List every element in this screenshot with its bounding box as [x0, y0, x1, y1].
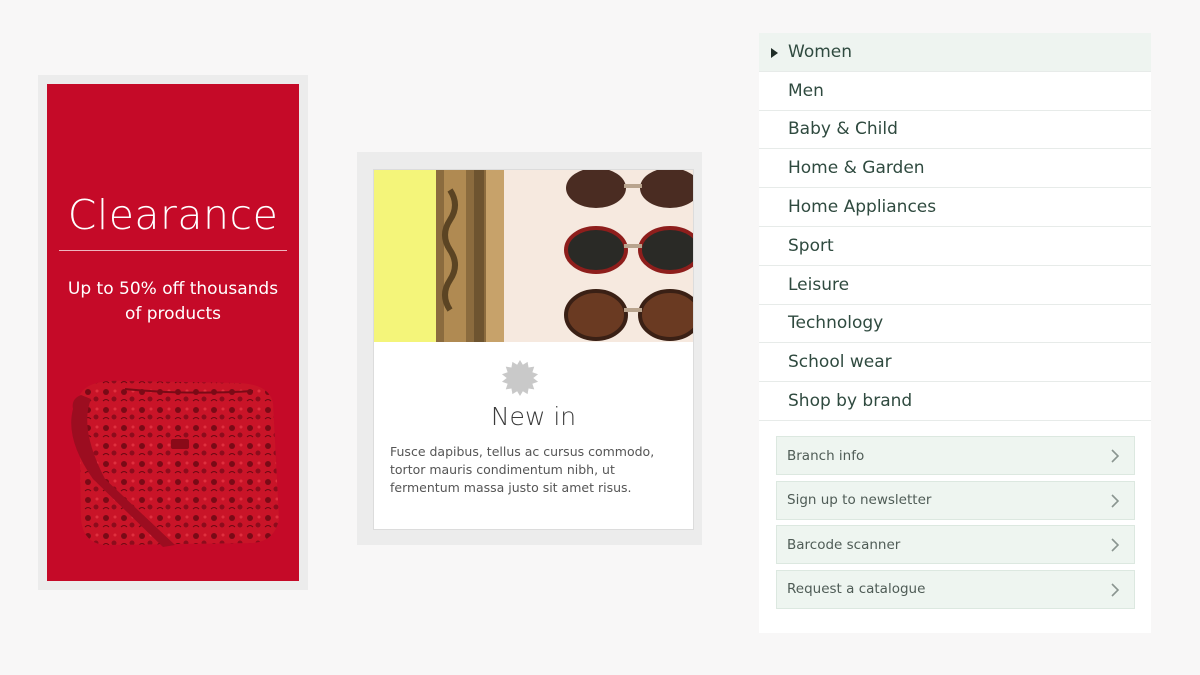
newsletter-signup-link[interactable]: Sign up to newsletter [776, 480, 1135, 520]
chevron-right-icon [1111, 538, 1120, 552]
branch-info-link[interactable]: Branch info [776, 436, 1135, 475]
menu-item-women[interactable]: Women [759, 33, 1151, 72]
menu-item-leisure[interactable]: Leisure [759, 266, 1151, 305]
menu-item-home-garden[interactable]: Home & Garden [759, 149, 1151, 189]
chevron-right-icon [1111, 582, 1120, 597]
request-catalogue-link[interactable]: Request a catalogue [776, 569, 1135, 609]
menu-item-home-appliances[interactable]: Home Appliances [759, 188, 1151, 227]
handbag-image [71, 380, 279, 547]
menu-item-baby-child[interactable]: Baby & Child [759, 111, 1151, 150]
link-label: Branch info [787, 447, 865, 464]
category-menu: Women Men Baby & Child Home & Garden Hom… [759, 33, 1151, 633]
menu-item-technology[interactable]: Technology [759, 305, 1151, 344]
menu-item-label: Home & Garden [788, 158, 925, 179]
chevron-right-icon [1111, 449, 1120, 463]
clearance-promo-card[interactable]: Clearance Up to 50% off thousands of pro… [47, 84, 299, 581]
new-in-frame: New in Fusce dapibus, tellus ac cursus c… [357, 152, 702, 545]
menu-item-shop-by-brand[interactable]: Shop by brand [759, 382, 1151, 421]
menu-item-label: Sport [788, 235, 834, 256]
menu-item-label: Women [788, 41, 853, 62]
menu-item-school-wear[interactable]: School wear [759, 343, 1151, 383]
caret-right-icon [771, 48, 778, 58]
chevron-right-icon [1111, 493, 1120, 508]
menu-item-label: School wear [788, 352, 892, 373]
divider [59, 250, 287, 251]
menu-item-label: Shop by brand [788, 391, 913, 412]
seal-icon [501, 359, 539, 397]
clearance-title: Clearance [67, 191, 279, 239]
new-in-title: New in [490, 402, 577, 431]
new-in-card[interactable]: New in Fusce dapibus, tellus ac cursus c… [373, 169, 694, 530]
link-label: Barcode scanner [787, 536, 901, 553]
clearance-subtitle: Up to 50% off thousands of products [67, 279, 279, 324]
link-label: Sign up to newsletter [787, 492, 932, 508]
barcode-scanner-link[interactable]: Barcode scanner [776, 525, 1135, 564]
menu-item-sport[interactable]: Sport [759, 227, 1151, 266]
menu-item-label: Leisure [788, 274, 850, 295]
link-label: Request a catalogue [787, 581, 926, 597]
clearance-promo-frame: Clearance Up to 50% off thousands of pro… [38, 75, 308, 590]
menu-item-label: Baby & Child [788, 119, 898, 140]
utility-links: Branch info Sign up to newsletter Barcod… [776, 436, 1135, 614]
menu-item-label: Technology [788, 313, 884, 334]
menu-item-label: Home Appliances [788, 197, 937, 218]
menu-item-men[interactable]: Men [759, 72, 1151, 111]
menu-item-label: Men [788, 80, 824, 101]
new-in-description: Fusce dapibus, tellus ac cursus commodo,… [390, 444, 655, 495]
sunglasses-image [374, 170, 693, 342]
